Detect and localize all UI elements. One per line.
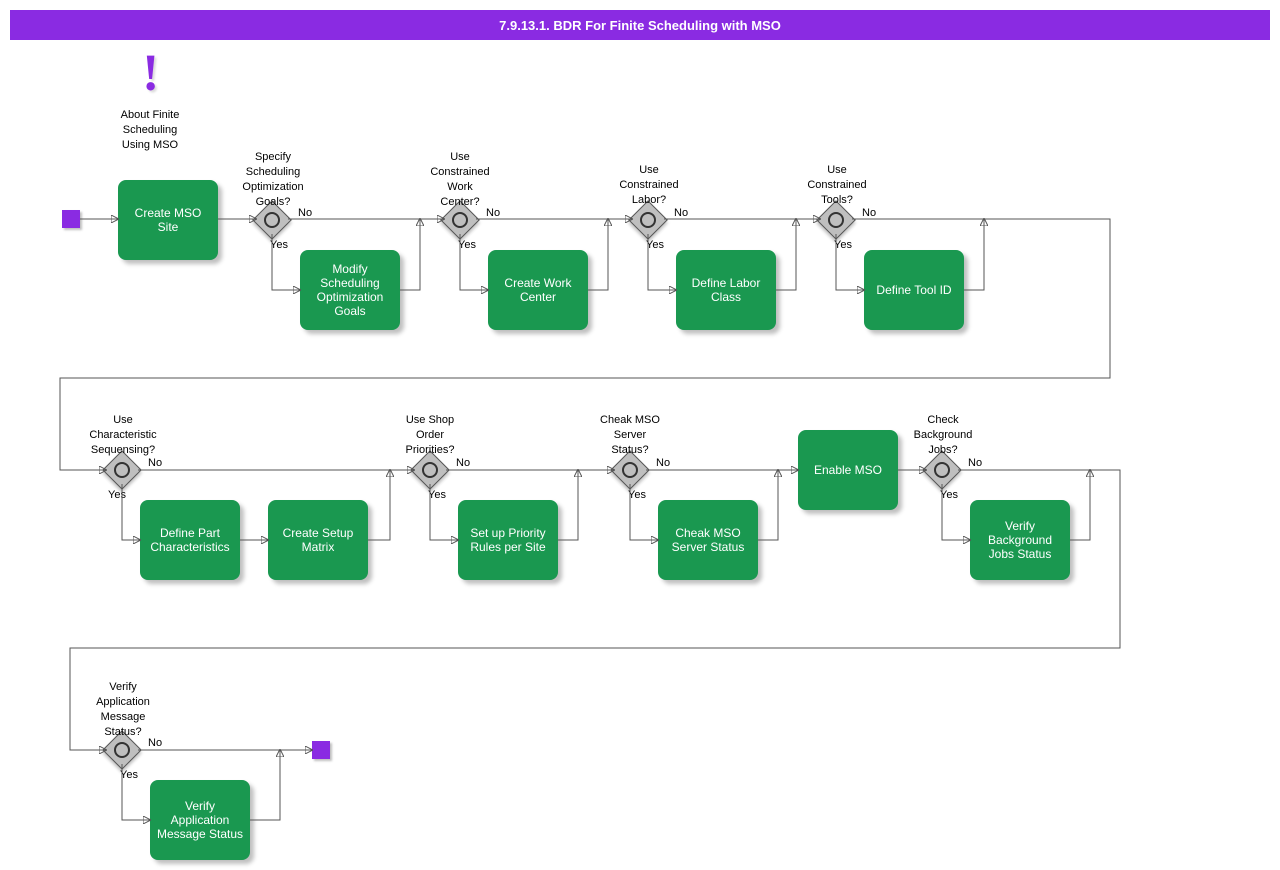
task-priority-rules: Set up PriorityRules per Site (458, 500, 558, 580)
gateway-goals-label: SpecifySchedulingOptimizationGoals? (238, 150, 308, 209)
task-verify-app-msg: Verify ApplicationMessage Status (150, 780, 250, 860)
gateway-tools-yes: Yes (834, 238, 852, 253)
flow-diagram: 7.9.13.1. BDR For Finite Scheduling with… (0, 0, 1280, 870)
gateway-priorities-yes: Yes (428, 488, 446, 503)
gateway-tools-label: UseConstrainedTools? (802, 163, 872, 208)
gateway-tools-no: No (862, 206, 876, 221)
gateway-work-center-yes: Yes (458, 238, 476, 253)
attention-icon: ! (142, 48, 159, 100)
gateway-bg-jobs-no: No (968, 456, 982, 471)
gateway-sequencing-label: UseCharacteristicSequensing? (73, 413, 173, 458)
gateway-app-msg-yes: Yes (120, 768, 138, 783)
task-verify-bg-jobs: VerifyBackgroundJobs Status (970, 500, 1070, 580)
gateway-sequencing-yes: Yes (108, 488, 126, 503)
gateway-mso-status-yes: Yes (628, 488, 646, 503)
task-modify-goals: ModifySchedulingOptimizationGoals (300, 250, 400, 330)
gateway-app-msg-no: No (148, 736, 162, 751)
task-create-setup-matrix: Create SetupMatrix (268, 500, 368, 580)
attention-text: About FiniteSchedulingUsing MSO (110, 108, 190, 153)
diagram-title: 7.9.13.1. BDR For Finite Scheduling with… (10, 10, 1270, 40)
gateway-bg-jobs-yes: Yes (940, 488, 958, 503)
gateway-mso-status-label: Cheak MSOServerStatus? (595, 413, 665, 458)
task-enable-mso: Enable MSO (798, 430, 898, 510)
gateway-goals-no: No (298, 206, 312, 221)
task-create-work-center: Create WorkCenter (488, 250, 588, 330)
gateway-labor-yes: Yes (646, 238, 664, 253)
gateway-goals-yes: Yes (270, 238, 288, 253)
gateway-sequencing-no: No (148, 456, 162, 471)
task-define-tool: Define Tool ID (864, 250, 964, 330)
gateway-app-msg-label: VerifyApplicationMessageStatus? (88, 680, 158, 739)
end-event (312, 741, 330, 759)
gateway-priorities-no: No (456, 456, 470, 471)
gateway-priorities-label: Use ShopOrderPriorities? (395, 413, 465, 458)
start-event (62, 210, 80, 228)
task-check-mso-status: Cheak MSOServer Status (658, 500, 758, 580)
gateway-work-center-label: UseConstrainedWorkCenter? (425, 150, 495, 209)
task-define-part-char: Define PartCharacteristics (140, 500, 240, 580)
task-create-mso-site: Create MSO Site (118, 180, 218, 260)
gateway-mso-status-no: No (656, 456, 670, 471)
gateway-labor-no: No (674, 206, 688, 221)
gateway-labor-label: UseConstrainedLabor? (614, 163, 684, 208)
gateway-work-center-no: No (486, 206, 500, 221)
task-define-labor: Define LaborClass (676, 250, 776, 330)
gateway-bg-jobs-label: CheckBackgroundJobs? (908, 413, 978, 458)
